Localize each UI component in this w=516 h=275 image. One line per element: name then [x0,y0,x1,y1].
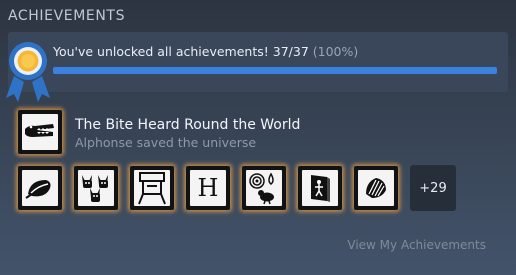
completion-progress-bar [53,67,497,74]
shell-icon [366,178,386,198]
completion-progress-fill [53,67,497,74]
letter-h-icon: H [197,174,219,202]
achievements-panel: ACHIEVEMENTS You've unlocked all achieve… [0,0,516,275]
achievement-tile[interactable] [298,166,342,210]
achievement-tile[interactable] [354,166,398,210]
robot-head-icon [138,172,166,205]
medal-ribbon-icon [6,42,50,102]
section-title: ACHIEVEMENTS [8,8,126,24]
more-achievements-count[interactable]: +29 [410,165,456,211]
featured-achievement-tile[interactable] [18,110,62,154]
featured-achievement-description: Alphonse saved the universe [75,135,257,150]
achievement-tile[interactable] [74,166,118,210]
cats-icon [82,175,108,202]
alligator-icon [25,124,54,137]
bird-drop-icon [249,172,274,205]
achievement-tile[interactable] [18,166,62,210]
achievement-tile[interactable]: H [186,166,230,210]
leaf-icon [25,180,51,199]
completion-banner [8,32,508,92]
book-figure-icon [311,175,330,202]
achievement-tile[interactable] [130,166,174,210]
featured-achievement-name: The Bite Heard Round the World [75,117,301,133]
view-my-achievements-link[interactable]: View My Achievements [347,238,486,252]
achievement-tile[interactable] [242,166,286,210]
completion-text: You've unlocked all achievements! 37/37 … [53,44,358,59]
completion-percent: (100%) [312,44,359,59]
completion-summary: You've unlocked all achievements! 37/37 [53,44,309,59]
